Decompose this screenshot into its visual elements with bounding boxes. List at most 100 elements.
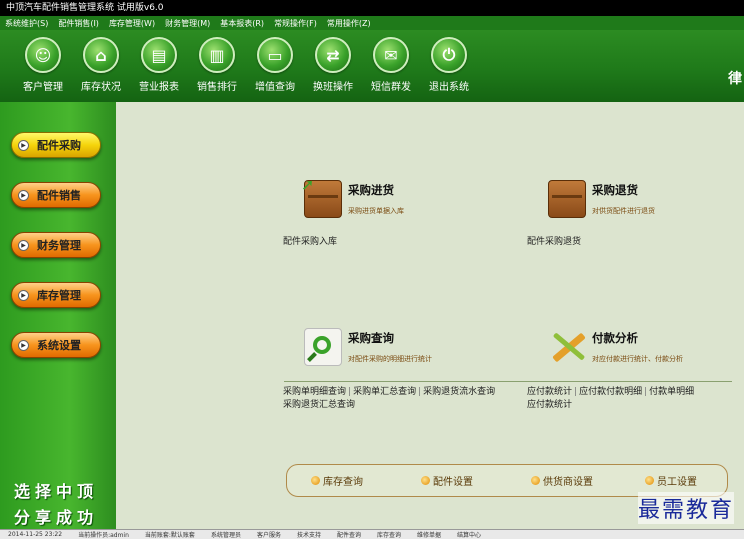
sidebar-item-label: 库存管理: [37, 289, 81, 302]
toolbar-ranking[interactable]: ▥ 销售排行: [188, 30, 246, 102]
link-payment[interactable]: 应付款统计: [527, 387, 572, 397]
link-query[interactable]: 采购退货汇总查询: [283, 400, 355, 410]
link-purchase-in[interactable]: 配件采购入库: [283, 237, 337, 247]
card-subtitle: 对应付款进行统计、付款分析: [592, 355, 683, 363]
card-subtitle: 对供货配件进行退货: [592, 207, 655, 215]
toolbar-label: 短信群发: [371, 82, 411, 93]
quick-supplier-settings[interactable]: 供货商设置: [531, 473, 593, 488]
card-payment-analysis[interactable]: 付款分析 对应付款进行统计、付款分析: [548, 328, 740, 372]
link-payment[interactable]: 付款单明细: [649, 387, 694, 397]
toolbar-sms[interactable]: ✉ 短信群发: [362, 30, 420, 102]
sidebar-item-finance[interactable]: ▶ 财务管理: [11, 232, 101, 258]
link-query[interactable]: 采购单汇总查询: [353, 387, 416, 397]
status-item[interactable]: 配件查询: [329, 530, 369, 539]
toolbar-stock[interactable]: ⌂ 库存状况: [72, 30, 130, 102]
quick-staff-settings[interactable]: 员工设置: [645, 473, 697, 488]
sidebar-item-settings[interactable]: ▶ 系统设置: [11, 332, 101, 358]
status-item[interactable]: 结算中心: [449, 530, 489, 539]
play-icon: ▶: [18, 139, 29, 151]
link-query[interactable]: 采购退货流水查询: [423, 387, 495, 397]
card-purchase-return[interactable]: 采购退货 对供货配件进行退货: [548, 180, 738, 224]
card-title: 采购进货: [348, 183, 394, 197]
toolbar-label: 库存状况: [81, 82, 121, 93]
toolbar: ☺ 客户管理 ⌂ 库存状况 ▤ 营业报表 ▥ 销售排行 ▭ 增值查询 ⇄ 换班操…: [0, 30, 744, 102]
menu-item[interactable]: 常用操作(Z): [322, 18, 376, 29]
customer-icon: ☺: [25, 37, 61, 73]
card-purchase-in[interactable]: ➚ 采购进货 采购进货单据入库: [301, 175, 504, 224]
slogan-line2: 分享成功: [14, 508, 99, 527]
status-item[interactable]: 库存查询: [369, 530, 409, 539]
quick-label: 库存查询: [323, 477, 363, 488]
quick-label: 供货商设置: [543, 477, 593, 488]
link-payment[interactable]: 应付款付款明细: [579, 387, 642, 397]
status-item[interactable]: 技术支持: [289, 530, 329, 539]
quick-stock-query[interactable]: 库存查询: [311, 473, 363, 488]
menu-item[interactable]: 库存管理(W): [104, 18, 160, 29]
link-query[interactable]: 采购单明细查询: [283, 387, 346, 397]
report-icon: ▤: [141, 37, 177, 73]
home-icon: ⌂: [83, 37, 119, 73]
sidebar-item-label: 配件销售: [37, 189, 81, 202]
sidebar-item-label: 系统设置: [37, 339, 81, 352]
toolbar-label: 换班操作: [313, 82, 353, 93]
toolbar-query[interactable]: ▭ 增值查询: [246, 30, 304, 102]
status-item: 当前账套:默认账套: [144, 532, 195, 539]
quick-label: 配件设置: [433, 477, 473, 488]
watermark: 最需教育: [637, 492, 734, 524]
toolbar-customer[interactable]: ☺ 客户管理: [14, 30, 72, 102]
chat-icon: ▭: [257, 37, 293, 73]
card-subtitle: 采购进货单据入库: [348, 207, 404, 215]
sidebar: ▶ 配件采购 ▶ 配件销售 ▶ 财务管理 ▶ 库存管理 ▶ 系统设置 选择中顶 …: [0, 102, 116, 529]
menu-item[interactable]: 配件销售(I): [53, 18, 104, 29]
menu-bar: 系统维护(S) 配件销售(I) 库存管理(W) 财务管理(M) 基本报表(R) …: [0, 16, 744, 30]
divider: [284, 381, 732, 382]
menu-item[interactable]: 常规操作(F): [269, 18, 322, 29]
card-purchase-query[interactable]: 采购查询 对配件采购的明细进行统计: [304, 328, 504, 372]
payment-links: 应付款统计 | 应付款付款明细 | 付款单明细 应付款统计: [527, 387, 695, 410]
link-payment[interactable]: 应付款统计: [527, 400, 572, 410]
toolbar-label: 客户管理: [23, 82, 63, 93]
menu-item[interactable]: 系统维护(S): [0, 18, 53, 29]
toolbar-edge-text: 律: [728, 71, 742, 87]
status-item[interactable]: 系统管理员: [203, 530, 249, 539]
card-subtitle: 对配件采购的明细进行统计: [348, 355, 432, 363]
play-icon: ▶: [18, 189, 29, 201]
menu-item[interactable]: 基本报表(R): [215, 18, 269, 29]
link-purchase-return[interactable]: 配件采购退货: [527, 237, 581, 247]
crate-icon: ➚: [301, 175, 342, 218]
quick-part-settings[interactable]: 配件设置: [421, 473, 473, 488]
status-bar: 2014-11-25 23:22 当前操作员:admin 当前账套:默认账套 系…: [0, 529, 744, 539]
toolbar-label: 销售排行: [197, 82, 237, 93]
sidebar-item-inventory[interactable]: ▶ 库存管理: [11, 282, 101, 308]
purchase-in-links: 配件采购入库: [283, 236, 337, 249]
toolbar-exit[interactable]: ⏻ 退出系统: [420, 30, 478, 102]
bullet-icon: [645, 476, 654, 485]
sidebar-item-label: 财务管理: [37, 239, 81, 252]
toolbar-report[interactable]: ▤ 营业报表: [130, 30, 188, 102]
card-title: 付款分析: [592, 331, 638, 345]
purchase-return-links: 配件采购退货: [527, 236, 581, 249]
toolbar-label: 营业报表: [139, 82, 179, 93]
status-item: 当前操作员:admin: [78, 532, 129, 539]
menu-item[interactable]: 财务管理(M): [160, 18, 215, 29]
card-title: 采购查询: [348, 331, 394, 345]
sidebar-item-purchase[interactable]: ▶ 配件采购: [11, 132, 101, 158]
search-icon: [304, 328, 342, 366]
sidebar-item-sales[interactable]: ▶ 配件销售: [11, 182, 101, 208]
main-panel: ➚ 采购进货 采购进货单据入库 配件采购入库 采购退货 对供货配件进行退货 配件…: [116, 102, 744, 529]
slogan-line1: 选择中顶: [14, 482, 99, 501]
status-item[interactable]: 客户服务: [249, 530, 289, 539]
quick-label: 员工设置: [657, 477, 697, 488]
bullet-icon: [311, 476, 320, 485]
card-title: 采购退货: [592, 183, 638, 197]
swap-icon: ⇄: [315, 37, 351, 73]
play-icon: ▶: [18, 239, 29, 251]
status-item[interactable]: 维修单据: [409, 530, 449, 539]
toolbar-shift[interactable]: ⇄ 换班操作: [304, 30, 362, 102]
play-icon: ▶: [18, 339, 29, 351]
window-title: 中顶汽车配件销售管理系统 试用版v6.0: [0, 0, 744, 16]
power-icon: ⏻: [431, 37, 467, 73]
bullet-icon: [531, 476, 540, 485]
play-icon: ▶: [18, 289, 29, 301]
pencil-ruler-icon: [548, 328, 586, 366]
